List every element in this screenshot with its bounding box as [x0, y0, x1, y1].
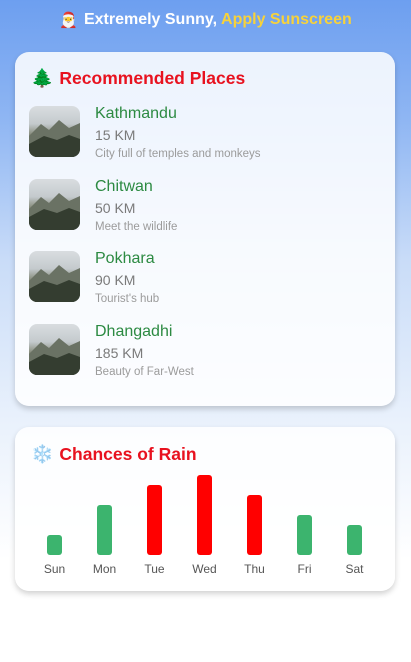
- santa-icon: 🎅: [59, 11, 78, 29]
- place-name: Chitwan: [95, 178, 153, 195]
- banner-accent-text: Apply Sunscreen: [221, 11, 352, 28]
- place-thumbnail: [29, 251, 80, 302]
- place-name: Kathmandu: [95, 105, 177, 122]
- place-thumbnail: [29, 106, 80, 157]
- rain-bar-chart: Sun Mon Tue Wed Thu Fri Sat: [44, 475, 364, 576]
- day-label-fri: Fri: [298, 562, 312, 576]
- day-label-mon: Mon: [93, 562, 116, 576]
- place-name: Dhangadhi: [95, 323, 173, 340]
- rain-bar-sun: [47, 535, 62, 555]
- place-name: Pokhara: [95, 250, 155, 267]
- place-item-kathmandu[interactable]: Kathmandu 15 KM City full of temples and…: [29, 105, 379, 165]
- banner-text: Extremely Sunny,: [83, 11, 218, 28]
- rain-bar-tue: [147, 485, 162, 555]
- place-distance: 90 KM: [95, 272, 136, 288]
- place-item-dhangadhi[interactable]: Dhangadhi 185 KM Beauty of Far-West: [29, 323, 379, 383]
- place-distance: 15 KM: [95, 127, 136, 143]
- place-thumbnail: [29, 179, 80, 230]
- place-description: Tourist's hub: [95, 293, 160, 305]
- day-label-sat: Sat: [345, 562, 364, 576]
- place-thumbnail: [29, 324, 80, 375]
- day-label-tue: Tue: [144, 562, 165, 576]
- rain-bar-wed: [197, 475, 212, 555]
- day-label-wed: Wed: [192, 562, 216, 576]
- rain-bar-sat: [347, 525, 362, 555]
- chances-of-rain-card: ❄️ Chances of Rain Sun Mon Tue Wed Thu Fri Sat: [15, 427, 395, 591]
- place-item-pokhara[interactable]: Pokhara 90 KM Tourist's hub: [29, 250, 379, 310]
- rain-bar-mon: [97, 505, 112, 555]
- place-item-chitwan[interactable]: Chitwan 50 KM Meet the wildlife: [29, 178, 379, 238]
- day-label-thu: Thu: [244, 562, 265, 576]
- recommended-places-title-text: Recommended Places: [59, 68, 246, 88]
- rain-bar-fri: [297, 515, 312, 555]
- place-distance: 185 KM: [95, 345, 144, 361]
- recommended-places-title: 🌲 Recommended Places: [31, 68, 245, 89]
- rain-bar-thu: [247, 495, 262, 555]
- day-label-sun: Sun: [44, 562, 65, 576]
- place-description: City full of temples and monkeys: [95, 148, 261, 160]
- tree-icon: 🌲: [31, 68, 54, 89]
- place-distance: 50 KM: [95, 200, 136, 216]
- place-description: Beauty of Far-West: [95, 366, 194, 378]
- recommended-places-card: 🌲 Recommended Places Kathmandu 15 KM Cit…: [15, 52, 395, 406]
- weather-banner: 🎅 Extremely Sunny, Apply Sunscreen: [0, 0, 411, 40]
- place-description: Meet the wildlife: [95, 221, 178, 233]
